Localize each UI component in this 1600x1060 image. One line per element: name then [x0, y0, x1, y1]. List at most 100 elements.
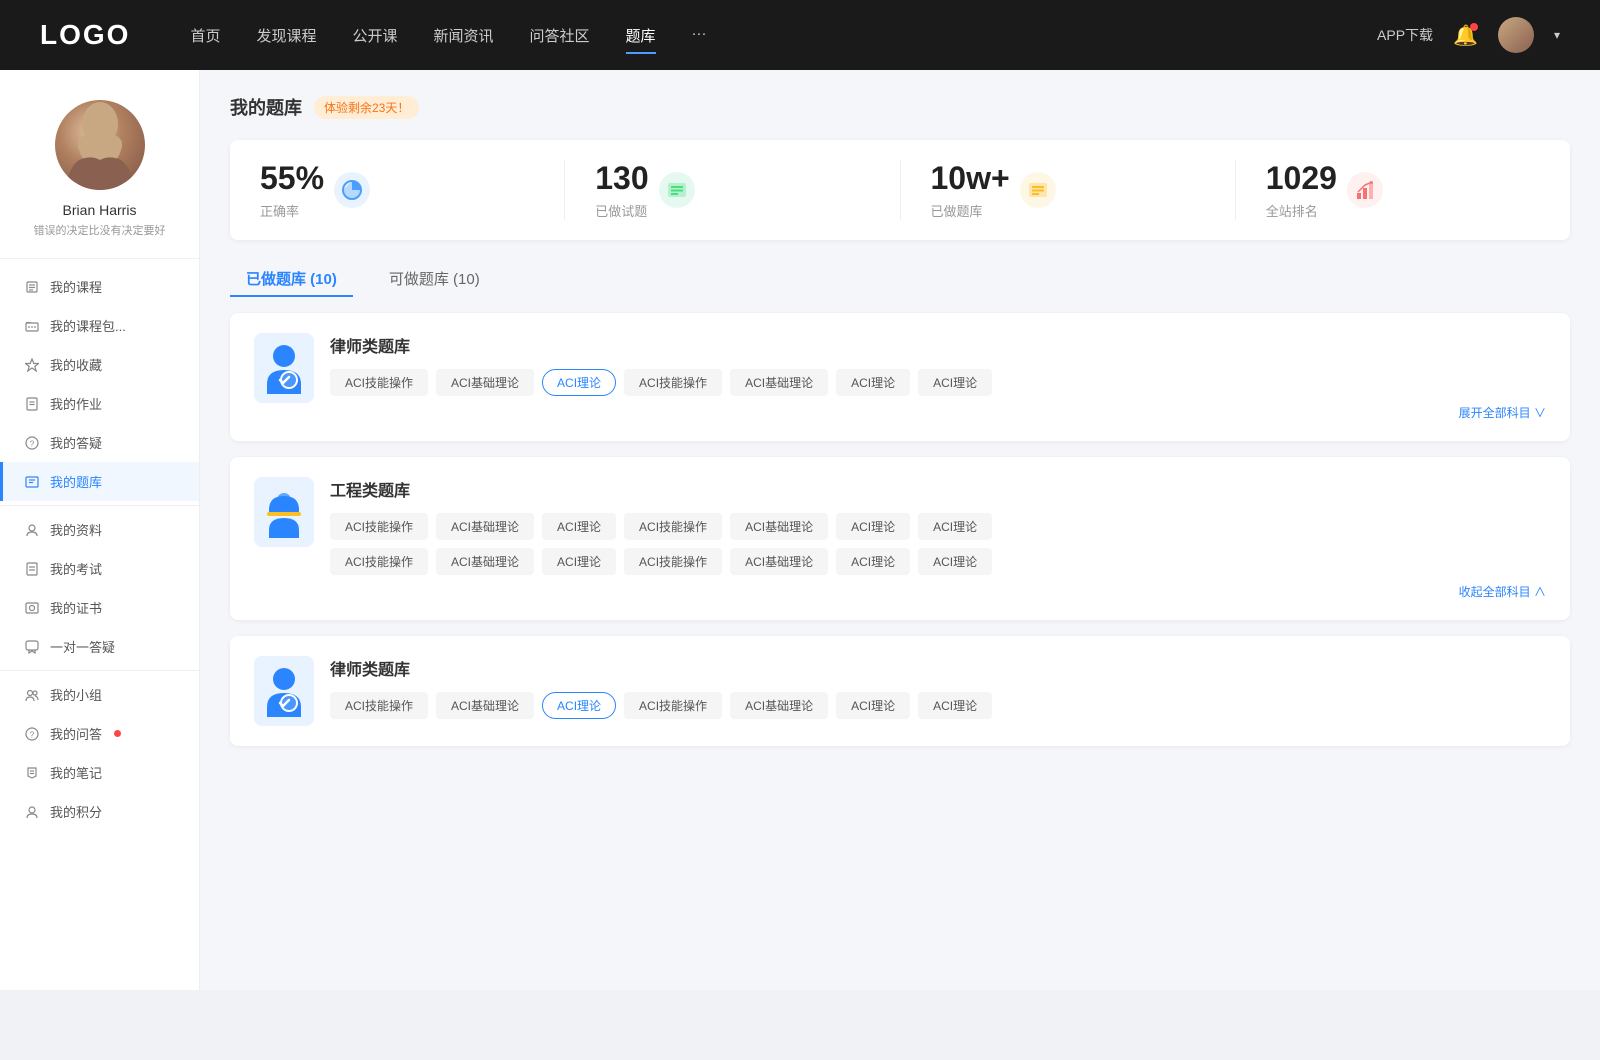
avatar-svg — [65, 100, 135, 190]
qbank-icon-engineering — [254, 477, 314, 547]
exams-label: 我的考试 — [50, 559, 102, 578]
nav-item-more[interactable]: ··· — [692, 21, 707, 50]
tag-3-6[interactable]: ACI理论 — [918, 692, 992, 719]
qbank-title-1: 律师类题库 — [330, 333, 1546, 357]
sidebar-item-groups[interactable]: 我的小组 — [0, 675, 199, 714]
nav-item-open-course[interactable]: 公开课 — [352, 21, 397, 50]
qbank-card-lawyer-1: 律师类题库 ACI技能操作 ACI基础理论 ACI理论 ACI技能操作 ACI基… — [230, 313, 1570, 441]
one-on-one-icon — [24, 639, 40, 655]
homework-label: 我的作业 — [50, 394, 102, 413]
navbar: LOGO 首页 发现课程 公开课 新闻资讯 问答社区 题库 ··· APP下载 … — [0, 0, 1600, 70]
nav-item-qbank[interactable]: 题库 — [626, 21, 656, 50]
sidebar-item-course-pkg[interactable]: 我的课程包... — [0, 306, 199, 345]
qbank-body-2: 工程类题库 ACI技能操作 ACI基础理论 ACI理论 ACI技能操作 ACI基… — [330, 477, 1546, 600]
page-title: 我的题库 — [230, 94, 302, 120]
qbank-tags-1: ACI技能操作 ACI基础理论 ACI理论 ACI技能操作 ACI基础理论 AC… — [330, 369, 1546, 396]
profile-icon — [24, 522, 40, 538]
one-on-one-label: 一对一答疑 — [50, 637, 115, 656]
nav-menu: 首页 发现课程 公开课 新闻资讯 问答社区 题库 ··· — [190, 21, 1377, 50]
stat-accuracy-block: 55% 正确率 — [260, 160, 370, 220]
svg-text:?: ? — [30, 730, 35, 739]
tab-done-banks[interactable]: 已做题库 (10) — [230, 260, 353, 297]
favorites-icon — [24, 357, 40, 373]
tag-3-5[interactable]: ACI理论 — [836, 692, 910, 719]
stat-rank-text: 1029 全站排名 — [1266, 160, 1337, 220]
notification-bell[interactable]: 🔔 — [1453, 23, 1478, 48]
tag-2r2-0[interactable]: ACI技能操作 — [330, 548, 428, 575]
sidebar-item-profile[interactable]: 我的资料 — [0, 510, 199, 549]
tab-available-banks[interactable]: 可做题库 (10) — [373, 260, 496, 297]
tag-3-3[interactable]: ACI技能操作 — [624, 692, 722, 719]
lawyer-icon-svg-1 — [261, 342, 307, 394]
tag-2-5[interactable]: ACI理论 — [836, 513, 910, 540]
avatar[interactable] — [1498, 17, 1534, 53]
tag-1-0[interactable]: ACI技能操作 — [330, 369, 428, 396]
tag-2-2[interactable]: ACI理论 — [542, 513, 616, 540]
sidebar-profile: Brian Harris 错误的决定比没有决定要好 — [0, 100, 199, 259]
sidebar-item-my-questions[interactable]: ? 我的答疑 — [0, 423, 199, 462]
profile-motto: 错误的决定比没有决定要好 — [24, 222, 176, 238]
sidebar-item-points[interactable]: 我的积分 — [0, 792, 199, 831]
tag-1-2[interactable]: ACI理论 — [542, 369, 616, 396]
sidebar-item-favorites[interactable]: 我的收藏 — [0, 345, 199, 384]
tag-2r2-4[interactable]: ACI基础理论 — [730, 548, 828, 575]
engineering-icon-svg — [261, 486, 307, 538]
nav-item-qa[interactable]: 问答社区 — [530, 21, 590, 50]
user-menu-chevron[interactable]: ▾ — [1554, 28, 1560, 42]
tag-2-1[interactable]: ACI基础理论 — [436, 513, 534, 540]
nav-item-news[interactable]: 新闻资讯 — [434, 21, 494, 50]
stat-done-icon — [659, 172, 695, 208]
stat-rank-value: 1029 — [1266, 160, 1337, 197]
tag-2-6[interactable]: ACI理论 — [918, 513, 992, 540]
tag-2r2-6[interactable]: ACI理论 — [918, 548, 992, 575]
tag-3-4[interactable]: ACI基础理论 — [730, 692, 828, 719]
qbank-icon-lawyer-1 — [254, 333, 314, 403]
tag-2r2-1[interactable]: ACI基础理论 — [436, 548, 534, 575]
notes-label: 我的笔记 — [50, 763, 102, 782]
stat-accuracy-text: 55% 正确率 — [260, 160, 324, 220]
nav-item-courses[interactable]: 发现课程 — [256, 21, 316, 50]
sidebar-item-my-courses[interactable]: 我的课程 — [0, 267, 199, 306]
stat-done-text: 130 已做试题 — [595, 160, 648, 220]
sidebar-item-qbank[interactable]: 我的题库 — [0, 462, 199, 501]
tag-2r2-2[interactable]: ACI理论 — [542, 548, 616, 575]
app-download-link[interactable]: APP下载 — [1377, 25, 1433, 45]
logo: LOGO — [40, 19, 130, 51]
sidebar: Brian Harris 错误的决定比没有决定要好 我的课程 我的课程包... … — [0, 70, 200, 990]
qbank-body-1: 律师类题库 ACI技能操作 ACI基础理论 ACI理论 ACI技能操作 ACI基… — [330, 333, 1546, 421]
nav-item-home[interactable]: 首页 — [190, 21, 220, 50]
sidebar-item-one-on-one[interactable]: 一对一答疑 — [0, 627, 199, 666]
tag-1-1[interactable]: ACI基础理论 — [436, 369, 534, 396]
stat-banks-text: 10w+ 已做题库 — [931, 160, 1010, 220]
qbank-tags-2-row2: ACI技能操作 ACI基础理论 ACI理论 ACI技能操作 ACI基础理论 AC… — [330, 548, 1546, 575]
expand-link-1[interactable]: 展开全部科目 ∨ — [330, 404, 1546, 421]
sidebar-item-exams[interactable]: 我的考试 — [0, 549, 199, 588]
tag-3-1[interactable]: ACI基础理论 — [436, 692, 534, 719]
profile-avatar-inner — [55, 100, 145, 190]
sidebar-item-my-qa[interactable]: ? 我的问答 — [0, 714, 199, 753]
sidebar-item-homework[interactable]: 我的作业 — [0, 384, 199, 423]
stat-rank: 1029 全站排名 — [1236, 160, 1570, 220]
tag-3-2[interactable]: ACI理论 — [542, 692, 616, 719]
stat-done-value: 130 — [595, 160, 648, 197]
collapse-link-2[interactable]: 收起全部科目 ∧ — [330, 583, 1546, 600]
tag-2-0[interactable]: ACI技能操作 — [330, 513, 428, 540]
my-courses-icon — [24, 279, 40, 295]
course-pkg-icon — [24, 318, 40, 334]
tag-3-0[interactable]: ACI技能操作 — [330, 692, 428, 719]
tag-1-6[interactable]: ACI理论 — [918, 369, 992, 396]
tag-2-3[interactable]: ACI技能操作 — [624, 513, 722, 540]
tag-1-4[interactable]: ACI基础理论 — [730, 369, 828, 396]
tag-2r2-3[interactable]: ACI技能操作 — [624, 548, 722, 575]
stat-banks-icon — [1020, 172, 1056, 208]
navbar-right: APP下载 🔔 ▾ — [1377, 17, 1560, 53]
sidebar-item-notes[interactable]: 我的笔记 — [0, 753, 199, 792]
tag-2-4[interactable]: ACI基础理论 — [730, 513, 828, 540]
tag-1-5[interactable]: ACI理论 — [836, 369, 910, 396]
tag-1-3[interactable]: ACI技能操作 — [624, 369, 722, 396]
tag-2r2-5[interactable]: ACI理论 — [836, 548, 910, 575]
qbank-tags-2-row1: ACI技能操作 ACI基础理论 ACI理论 ACI技能操作 ACI基础理论 AC… — [330, 513, 1546, 540]
stat-rank-label: 全站排名 — [1266, 201, 1337, 220]
qbank-header-3: 律师类题库 ACI技能操作 ACI基础理论 ACI理论 ACI技能操作 ACI基… — [254, 656, 1546, 726]
sidebar-item-certificates[interactable]: 我的证书 — [0, 588, 199, 627]
